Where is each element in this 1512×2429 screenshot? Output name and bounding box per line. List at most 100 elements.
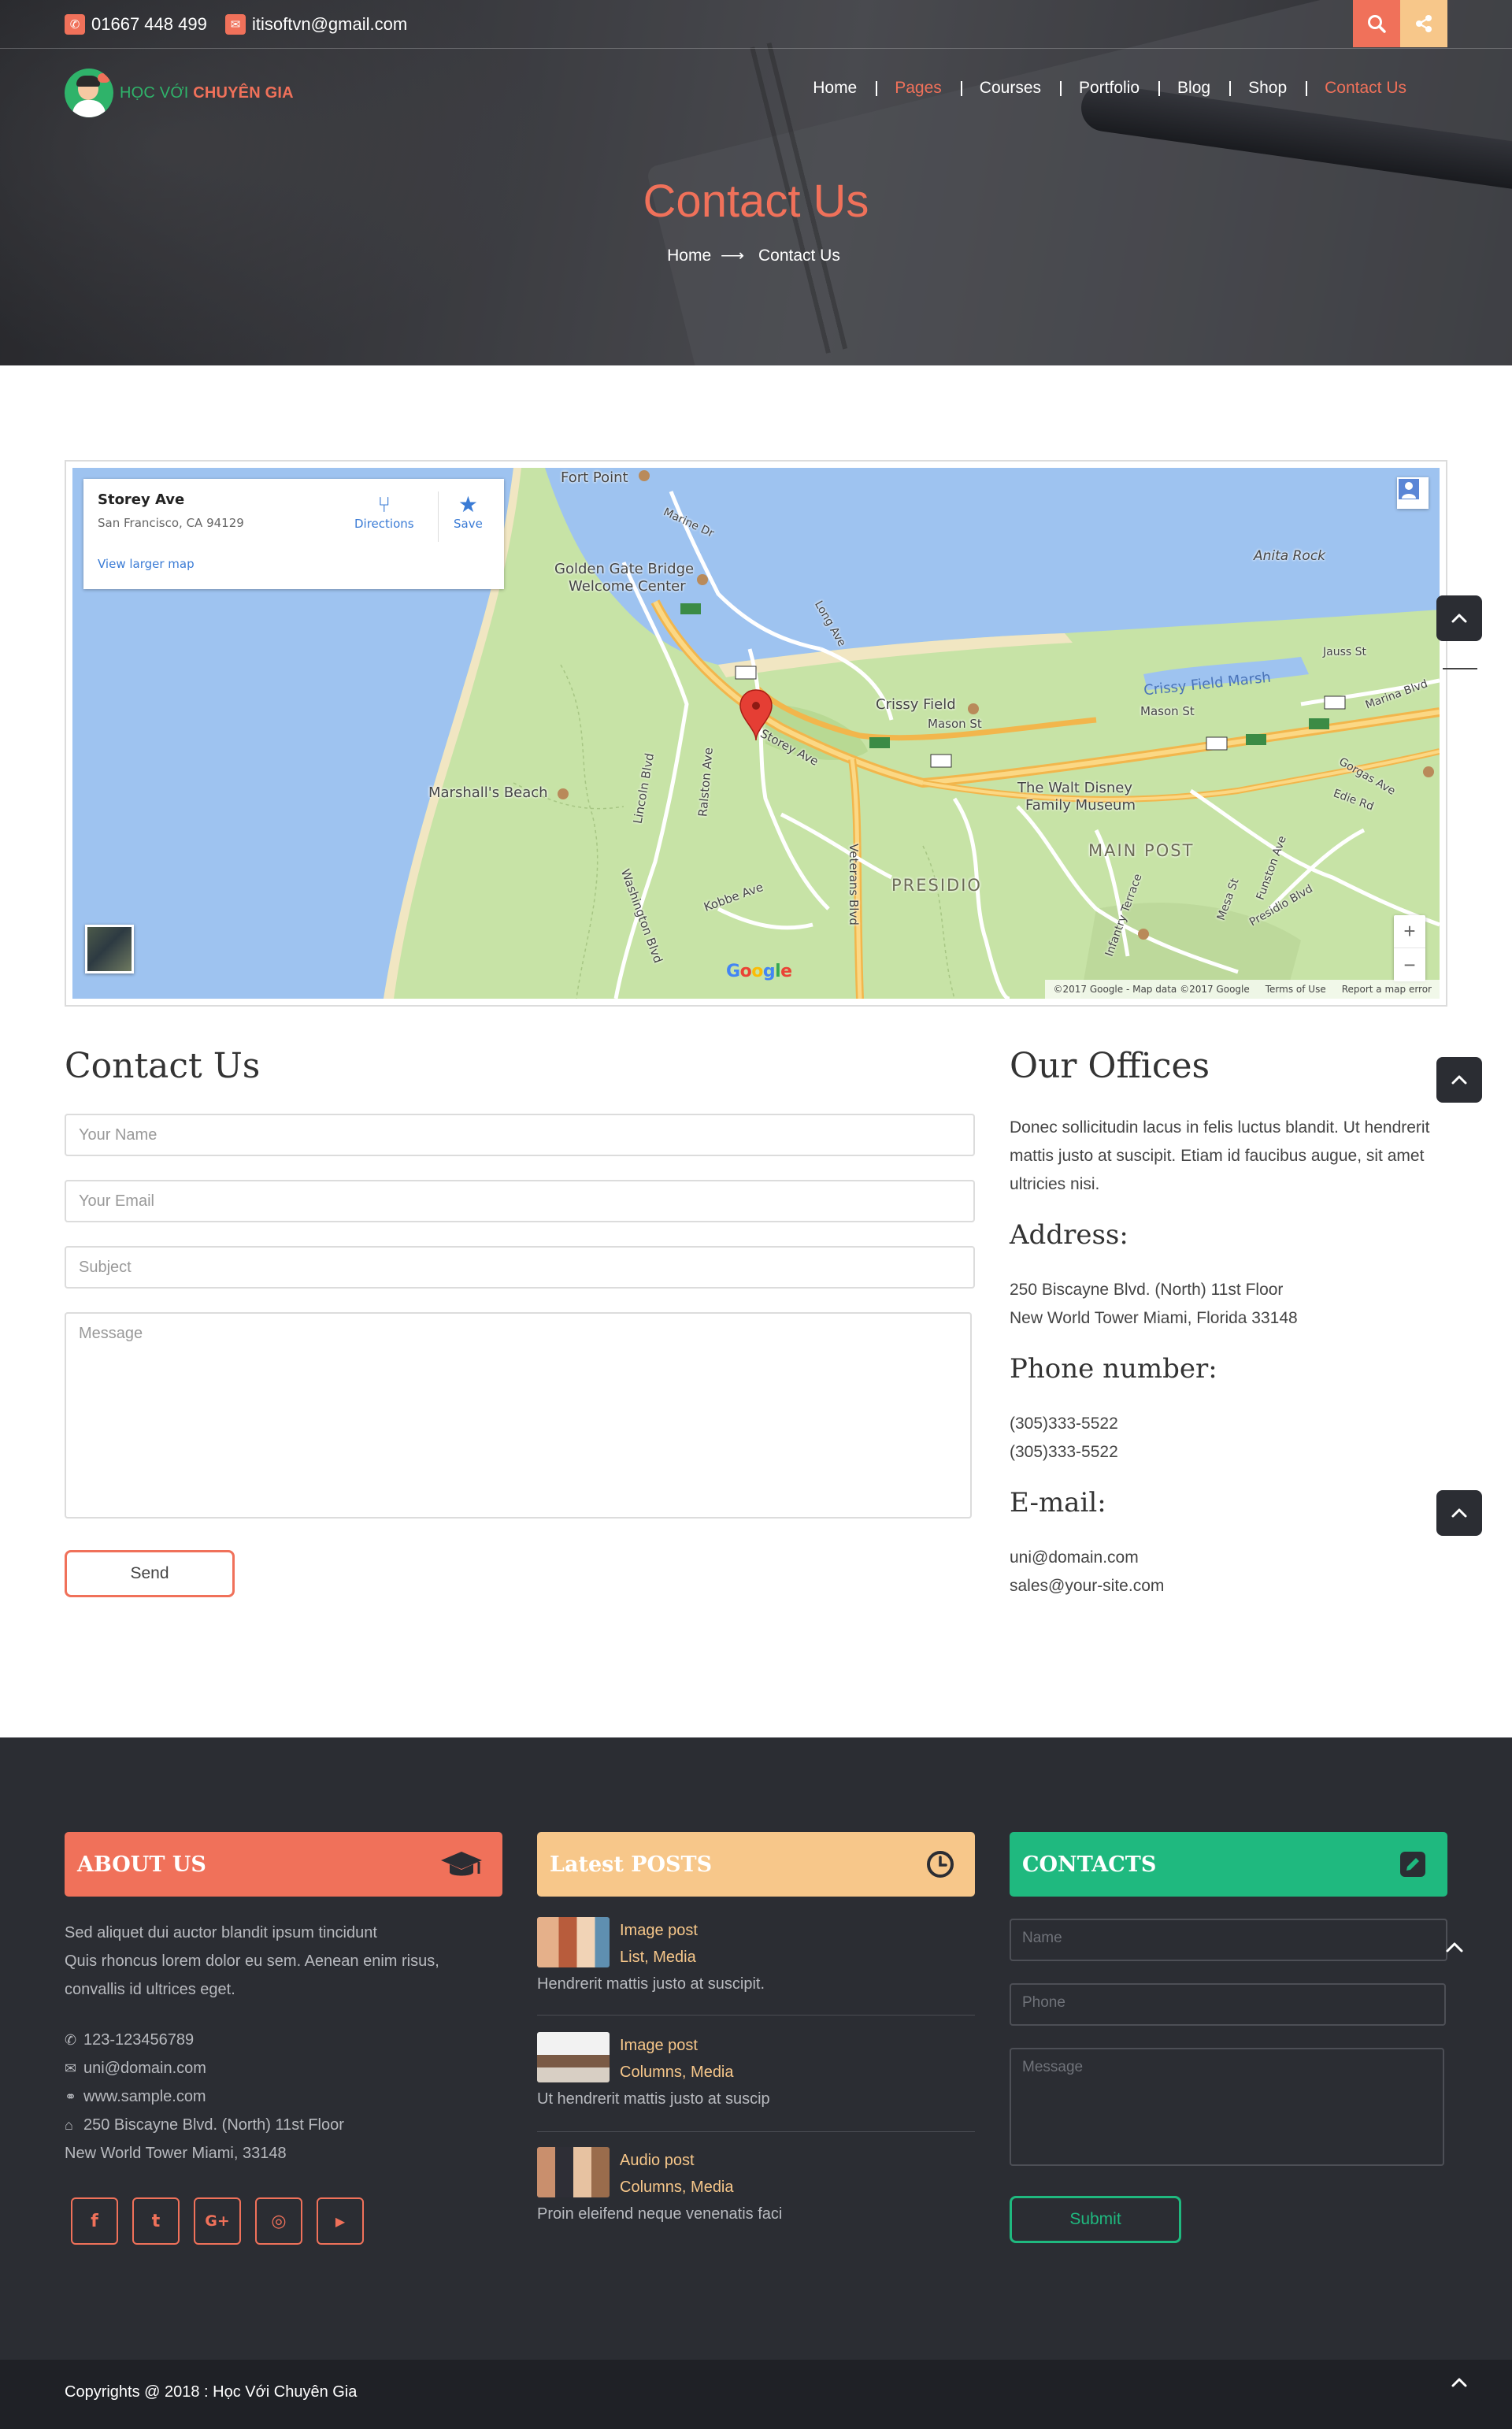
post-title-2[interactable]: Image post — [620, 2032, 698, 2059]
breadcrumb-arrow-icon: ⟶ — [721, 247, 745, 265]
nav-pages[interactable]: Pages — [876, 79, 961, 98]
map-zoom-in-button[interactable]: + — [1394, 915, 1425, 948]
latest-posts-header: Latest POSTS — [537, 1832, 975, 1897]
phone-line-2[interactable]: (305)333-5522 — [1010, 1438, 1451, 1467]
post-title-1[interactable]: Image post — [620, 1917, 698, 1944]
about-line-2: Quis rhoncus lorem dolor eu sem. Aenean … — [65, 1952, 439, 1970]
google-plus-icon: G+ — [205, 2212, 230, 2230]
post-item-3[interactable]: Audio post Columns, Media Proin eleifend… — [537, 2147, 975, 2226]
copyright-text: Copyrights @ 2018 : Học Với Chuyên Gia — [65, 2383, 358, 2401]
about-email[interactable]: ✉ uni@domain.com — [65, 2054, 344, 2082]
google-logo: Google — [726, 962, 792, 981]
search-icon — [1368, 15, 1386, 33]
share-button[interactable] — [1400, 0, 1447, 47]
post-item-2[interactable]: Image post Columns, Media Ut hendrerit m… — [537, 2032, 975, 2111]
nav-contact-us[interactable]: Contact Us — [1306, 79, 1425, 98]
chevron-up-icon — [1446, 1942, 1463, 1952]
breadcrumb-home[interactable]: Home — [667, 247, 711, 265]
map-label-presidio: PRESIDIO — [891, 876, 982, 895]
map-label-disney-1: The Walt Disney — [1017, 780, 1133, 796]
post-item-1[interactable]: Image post List, Media Hendrerit mattis … — [537, 1917, 975, 1996]
map-terms-link[interactable]: Terms of Use — [1266, 984, 1326, 995]
contacts-title: CONTACTS — [1022, 1852, 1157, 1877]
site-logo[interactable]: HỌC VỚI CHUYÊN GIA — [65, 68, 294, 118]
map-zoom-out-button[interactable]: − — [1394, 948, 1425, 981]
map-report-link[interactable]: Report a map error — [1342, 984, 1432, 995]
footer-scroll-up[interactable] — [1443, 1936, 1466, 1964]
nav-portfolio[interactable]: Portfolio — [1060, 79, 1158, 98]
post-categories-3[interactable]: Columns, Media — [620, 2174, 734, 2201]
topbar-phone-text: 01667 448 499 — [91, 14, 207, 34]
footer-name-input[interactable]: Name — [1010, 1919, 1447, 1961]
nav-blog[interactable]: Blog — [1158, 79, 1229, 98]
subject-input[interactable]: Subject — [65, 1246, 975, 1289]
post-categories-1[interactable]: List, Media — [620, 1944, 696, 1971]
facebook-button[interactable]: f — [71, 2197, 118, 2245]
facebook-icon: f — [91, 2211, 98, 2231]
about-address-line-1: 250 Biscayne Blvd. (North) 11st Floor — [83, 2116, 344, 2134]
address-line-1: 250 Biscayne Blvd. (North) 11st Floor — [1010, 1281, 1284, 1299]
scroll-top-button-2[interactable] — [1436, 1057, 1482, 1103]
map-label-mason-st-2: Mason St — [1140, 704, 1195, 718]
map-label-anita-rock: Anita Rock — [1254, 548, 1326, 564]
post-excerpt-1: Hendrerit mattis justo at suscipit. — [537, 1975, 765, 1993]
topbar-email[interactable]: ✉ itisoftvn@gmail.com — [225, 13, 407, 36]
post-thumbnail-3 — [537, 2147, 610, 2197]
footer-message-textarea[interactable]: Message — [1010, 2048, 1444, 2166]
message-textarea[interactable]: Message — [65, 1312, 972, 1519]
search-button[interactable] — [1353, 0, 1400, 47]
map-zoom-controls: + − — [1394, 915, 1425, 981]
topbar-phone[interactable]: ✆ 01667 448 499 — [65, 13, 207, 36]
chevron-up-icon — [1451, 1508, 1467, 1518]
scroll-top-button-3[interactable] — [1436, 1490, 1482, 1536]
map-save-button[interactable]: ★ Save — [454, 491, 483, 532]
phone-line-1[interactable]: (305)333-5522 — [1010, 1410, 1451, 1438]
map-directions-button[interactable]: ⑂ Directions — [354, 493, 414, 532]
graduation-cap-icon — [441, 1852, 482, 1876]
send-button[interactable]: Send — [65, 1550, 235, 1597]
email-line-1[interactable]: uni@domain.com — [1010, 1544, 1451, 1572]
name-input[interactable]: Your Name — [65, 1114, 975, 1156]
email-lines: uni@domain.com sales@your-site.com — [1010, 1544, 1451, 1600]
nav-home[interactable]: Home — [794, 79, 876, 98]
email-input[interactable]: Your Email — [65, 1180, 975, 1222]
submit-button[interactable]: Submit — [1010, 2196, 1181, 2243]
pegman-button[interactable] — [1397, 477, 1429, 509]
nav-courses[interactable]: Courses — [960, 79, 1060, 98]
nav-shop[interactable]: Shop — [1229, 79, 1306, 98]
google-plus-button[interactable]: G+ — [194, 2197, 241, 2245]
about-address-line-2: New World Tower Miami, 33148 — [65, 2145, 287, 2162]
post-excerpt-3: Proin eleifend neque venenatis faci — [537, 2205, 783, 2223]
about-contact-list: ✆ 123-123456789 ✉ uni@domain.com ⚭ www.samp… — [65, 2026, 344, 2168]
about-web[interactable]: ⚭ www.sample.com — [65, 2082, 344, 2111]
youtube-button[interactable]: ▶ — [317, 2197, 364, 2245]
post-categories-2[interactable]: Columns, Media — [620, 2059, 734, 2086]
phone-lines: (305)333-5522 (305)333-5522 — [1010, 1410, 1451, 1467]
map-label-mason-st: Mason St — [928, 717, 982, 731]
map-label-ggb: Golden Gate Bridge — [554, 561, 695, 577]
about-phone[interactable]: ✆ 123-123456789 — [65, 2026, 344, 2054]
dribbble-button[interactable]: ◎ — [255, 2197, 302, 2245]
top-bar: ✆ 01667 448 499 ✉ itisoftvn@gmail.com — [0, 0, 1512, 49]
map-label-jauss-st: Jauss St — [1323, 646, 1366, 658]
phone-icon: ✆ — [65, 2032, 77, 2048]
post-title-3[interactable]: Audio post — [620, 2147, 695, 2174]
map-attribution: ©2017 Google - Map data ©2017 Google Ter… — [1045, 980, 1440, 999]
satellite-toggle[interactable] — [85, 925, 134, 973]
scroll-top-button-4[interactable] — [1436, 2360, 1482, 2405]
post-excerpt-2: Ut hendrerit mattis justo at suscip — [537, 2090, 770, 2108]
offices-intro: Donec sollicitudin lacus in felis luctus… — [1010, 1118, 1430, 1193]
scroll-top-button-1[interactable] — [1436, 595, 1482, 641]
post-thumbnail-1 — [537, 1917, 610, 1967]
twitter-button[interactable]: t — [132, 2197, 180, 2245]
view-larger-map-link[interactable]: View larger map — [98, 557, 490, 571]
map-card-divider — [438, 491, 439, 542]
email-line-2[interactable]: sales@your-site.com — [1010, 1572, 1451, 1600]
about-us-text: Sed aliquet dui auctor blandit ipsum tin… — [65, 1919, 439, 2004]
chevron-up-icon — [1451, 1075, 1467, 1085]
star-icon: ★ — [458, 491, 478, 517]
google-map[interactable]: Storey Ave San Francisco, CA 94129 View … — [72, 468, 1440, 999]
about-web-text: www.sample.com — [83, 2088, 206, 2105]
footer-phone-input[interactable]: Phone — [1010, 1983, 1446, 2026]
link-icon: ⚭ — [65, 2089, 77, 2105]
